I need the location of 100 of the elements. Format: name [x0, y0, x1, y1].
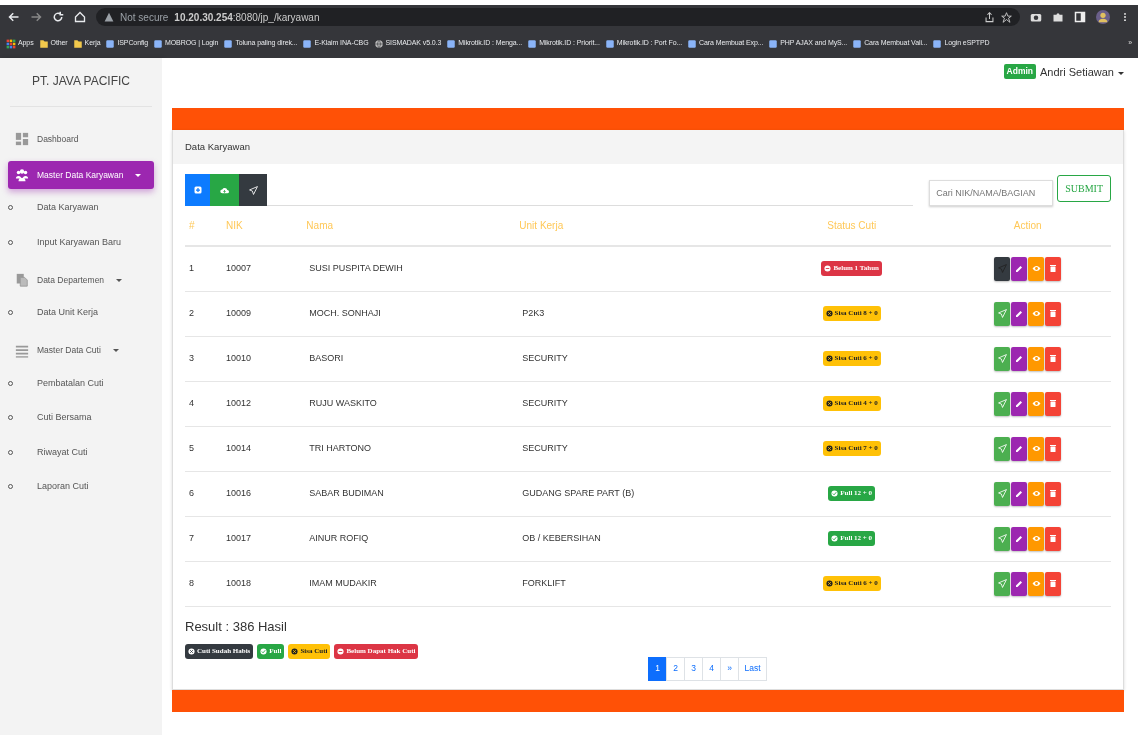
edit-button[interactable]: [1011, 572, 1028, 596]
column-header: NIK: [222, 206, 306, 247]
page-icon: [153, 38, 164, 49]
delete-button[interactable]: [1045, 301, 1062, 326]
view-button[interactable]: [1028, 436, 1045, 461]
delete-button[interactable]: [1045, 391, 1062, 416]
send-button[interactable]: [239, 174, 267, 207]
back-icon[interactable]: [8, 11, 20, 23]
sidebar-link[interactable]: Data Karyawan: [37, 201, 99, 215]
table-cell: 10017: [226, 533, 252, 543]
view-button[interactable]: [1028, 526, 1045, 551]
side-panel-icon[interactable]: [1074, 11, 1086, 23]
camera-icon[interactable]: [1030, 11, 1042, 23]
page-link[interactable]: 1: [648, 656, 667, 681]
edit-button[interactable]: [1011, 257, 1028, 282]
paper-plane-icon: [997, 399, 1007, 408]
column-header: Action: [944, 206, 1111, 247]
edit-button[interactable]: [1011, 347, 1028, 371]
edit-button[interactable]: [1011, 437, 1028, 461]
table-cell: MOCH. SONHAJI: [309, 308, 381, 318]
eye-icon: [1031, 264, 1041, 274]
check-icon: [831, 489, 839, 497]
table-cell: 10016: [226, 488, 252, 498]
view-button[interactable]: [1028, 346, 1045, 371]
home-icon[interactable]: [74, 11, 86, 23]
sidebar-item[interactable]: Master Data Cuti: [8, 336, 154, 365]
paper-plane-icon: [997, 489, 1007, 498]
table-cell: P2K3: [522, 308, 545, 318]
page-icon: [932, 38, 943, 49]
star-icon[interactable]: [1001, 11, 1012, 23]
delete-button[interactable]: [1045, 436, 1062, 461]
eye-icon: [1031, 579, 1041, 588]
edit-button[interactable]: [1011, 482, 1028, 506]
check-icon: [831, 534, 839, 542]
trash-icon: [1049, 444, 1058, 453]
table-cell: 10018: [226, 578, 252, 588]
edit-button[interactable]: [1011, 302, 1028, 326]
paper-plane-icon: [248, 185, 258, 195]
sidebar-link[interactable]: Riwayat Cuti: [37, 445, 88, 459]
sidebar-item[interactable]: Master Data Karyawan: [8, 161, 154, 189]
delete-button[interactable]: [1045, 346, 1062, 371]
eye-icon: [1031, 489, 1041, 498]
view-button[interactable]: [1028, 301, 1045, 326]
security-label: Not secure: [120, 10, 169, 25]
share-icon[interactable]: [984, 11, 995, 23]
table-cell: 10012: [226, 398, 252, 408]
x-icon: [291, 648, 299, 655]
sidebar-link[interactable]: Data Unit Kerja: [37, 306, 99, 320]
trash-icon: [1049, 354, 1058, 363]
address-bar[interactable]: Not secure 10.20.30.254:8080/jp_/karyawan: [96, 8, 1020, 26]
role-badge: Admin: [1003, 64, 1036, 79]
table-cell: 10007: [226, 263, 252, 274]
table-cell: 1: [189, 263, 194, 274]
pencil-icon: [1015, 265, 1024, 274]
delete-button[interactable]: [1045, 571, 1062, 596]
delete-button[interactable]: [1045, 256, 1062, 281]
trash-icon: [1049, 264, 1058, 274]
x-icon: [825, 579, 833, 587]
table-cell: 5: [189, 443, 194, 453]
list-icon: [15, 343, 29, 358]
page-icon: [852, 38, 863, 49]
search-field[interactable]: Cari NIK/NAMA/BAGIAN: [929, 180, 1054, 207]
add-button[interactable]: [185, 174, 210, 207]
page-link[interactable]: 3: [684, 656, 703, 681]
result-count: Result : 386 Hasil: [185, 617, 288, 636]
delete-button[interactable]: [1045, 526, 1062, 551]
view-button[interactable]: [1028, 256, 1045, 281]
edit-button[interactable]: [1011, 392, 1028, 416]
dashboard-icon: [15, 132, 29, 146]
page-link[interactable]: 2: [666, 656, 685, 681]
page-link[interactable]: »: [720, 656, 739, 681]
pencil-icon: [1015, 490, 1024, 498]
x-icon: [188, 648, 195, 655]
page-icon: [446, 38, 457, 49]
forward-icon[interactable]: [30, 11, 42, 23]
column-header: #: [185, 206, 223, 247]
page-link[interactable]: 4: [702, 656, 721, 681]
edit-button[interactable]: [1011, 527, 1028, 551]
page-link[interactable]: Last: [738, 656, 767, 681]
sidebar-link[interactable]: Cuti Bersama: [37, 411, 92, 425]
pencil-icon: [1015, 445, 1024, 453]
sidebar-link[interactable]: Laporan Cuti: [37, 480, 89, 494]
avatar-icon[interactable]: [1096, 10, 1110, 24]
page-icon: [302, 38, 313, 49]
delete-button[interactable]: [1045, 481, 1062, 506]
view-button[interactable]: [1028, 481, 1045, 506]
eye-icon: [1031, 354, 1041, 363]
view-button[interactable]: [1028, 571, 1045, 596]
sidebar-item[interactable]: Data Departemen: [8, 266, 154, 294]
reload-icon[interactable]: [52, 11, 64, 23]
paper-plane-icon: [997, 444, 1007, 453]
table-cell: 10010: [226, 353, 252, 363]
user-menu[interactable]: Andri Setiawan: [1040, 64, 1124, 81]
sidebar-link[interactable]: Input Karyawan Baru: [37, 235, 122, 249]
page-icon: [687, 38, 698, 49]
view-button[interactable]: [1028, 391, 1045, 416]
sidebar-item[interactable]: Dashboard: [8, 125, 154, 153]
table-cell: TRI HARTONO: [309, 443, 372, 453]
sidebar-link[interactable]: Pembatalan Cuti: [37, 376, 104, 390]
table-cell: SUSI PUSPITA DEWIH: [309, 263, 403, 274]
